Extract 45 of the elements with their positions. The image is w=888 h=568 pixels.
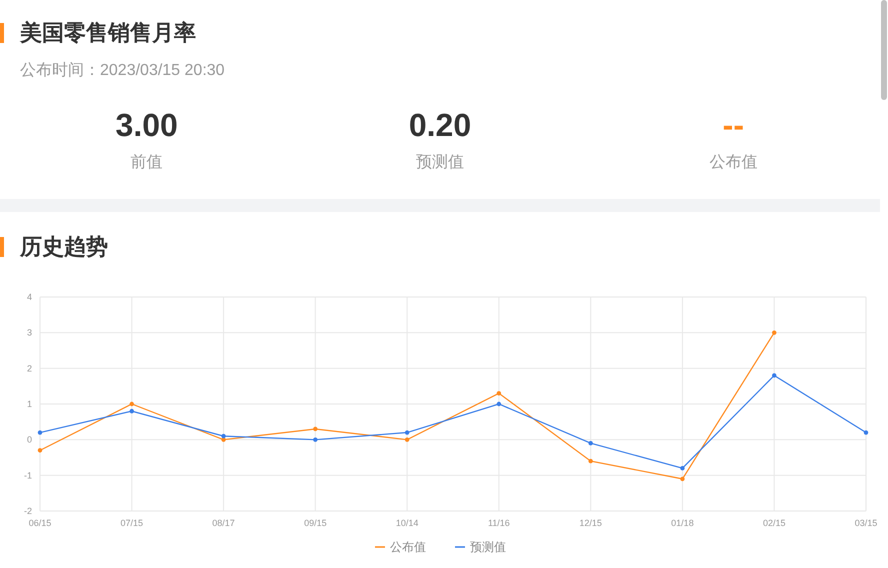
data-point [588, 441, 593, 446]
data-point [130, 402, 134, 406]
data-point [588, 458, 593, 464]
data-point [38, 448, 42, 453]
data-point [680, 466, 685, 470]
data-point [404, 430, 410, 435]
x-tick-label: 06/15 [28, 518, 52, 528]
legend-label[interactable]: 公布值 [390, 540, 426, 554]
stat-label: 预测值 [416, 153, 464, 173]
x-tick-label: 08/17 [212, 518, 235, 528]
data-point [772, 330, 776, 335]
data-point [313, 437, 318, 442]
y-tick-label: -1 [24, 470, 32, 480]
x-tick-label: 03/15 [854, 518, 878, 528]
x-tick-label: 12/15 [579, 518, 602, 528]
y-tick-label: 4 [26, 292, 32, 302]
x-tick-label: 01/18 [671, 518, 694, 528]
data-point [864, 430, 868, 435]
x-tick-label: 10/14 [396, 518, 418, 528]
data-point [496, 402, 502, 406]
data-point [680, 476, 685, 482]
stat-value: -- [722, 106, 744, 145]
stat-value: 3.00 [116, 106, 178, 145]
x-tick-label: 09/15 [304, 518, 327, 528]
y-tick-label: 0 [26, 434, 32, 445]
stat-label: 前值 [130, 153, 163, 173]
x-tick-label: 07/15 [120, 518, 144, 528]
y-tick-label: 3 [26, 328, 32, 338]
x-tick-label: 02/15 [762, 518, 786, 528]
section-title: 历史趋势 [20, 233, 108, 261]
data-point [38, 430, 42, 435]
data-point [404, 437, 410, 442]
data-point [130, 408, 134, 414]
stat-value: 0.20 [408, 106, 472, 145]
stat-label: 公布值 [709, 153, 758, 173]
page-title: 美国零售销售月率 [20, 19, 196, 47]
y-tick-label: -2 [24, 506, 32, 516]
data-point [772, 373, 776, 378]
legend-label[interactable]: 预测值 [470, 540, 506, 554]
y-tick-label: 1 [26, 399, 32, 409]
x-tick-label: 11/16 [488, 518, 510, 528]
data-point [496, 391, 502, 396]
data-point [313, 426, 318, 432]
y-tick-label: 2 [26, 363, 32, 374]
publish-time: 公布时间：2023/03/15 20:30 [20, 60, 226, 81]
